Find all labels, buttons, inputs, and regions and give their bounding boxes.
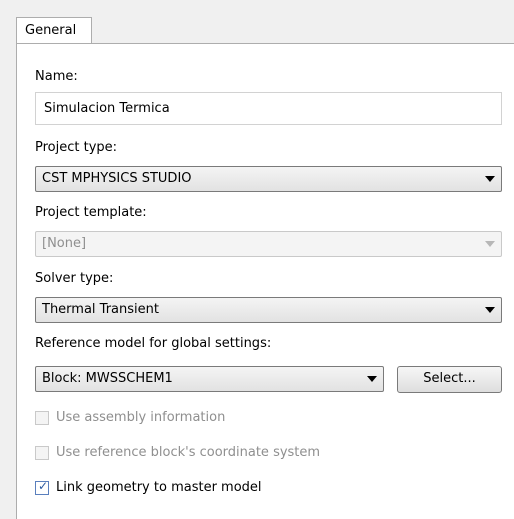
solver-type-label: Solver type: bbox=[35, 271, 114, 286]
tab-general[interactable]: General bbox=[16, 17, 92, 44]
link-geometry-label: Link geometry to master model bbox=[56, 480, 262, 495]
reference-model-select[interactable]: Block: MWSSCHEM1 bbox=[35, 366, 384, 392]
chevron-down-icon bbox=[485, 241, 495, 247]
reference-model-label: Reference model for global settings: bbox=[35, 336, 272, 351]
name-label: Name: bbox=[35, 69, 78, 84]
project-template-value: [None] bbox=[42, 236, 87, 251]
checkmark-icon: ✓ bbox=[38, 479, 49, 493]
chevron-down-icon bbox=[485, 307, 495, 313]
use-assembly-label: Use assembly information bbox=[56, 410, 226, 425]
solver-type-value: Thermal Transient bbox=[42, 302, 159, 317]
solver-type-select[interactable]: Thermal Transient bbox=[35, 297, 502, 323]
link-geometry-checkbox[interactable]: ✓ bbox=[35, 479, 49, 495]
project-type-select[interactable]: CST MPHYSICS STUDIO bbox=[35, 166, 502, 192]
project-type-value: CST MPHYSICS STUDIO bbox=[42, 171, 192, 186]
select-button[interactable]: Select... bbox=[397, 366, 502, 393]
use-ref-coords-checkbox[interactable] bbox=[35, 446, 49, 460]
chevron-down-icon bbox=[367, 376, 377, 382]
use-ref-coords-label: Use reference block's coordinate system bbox=[56, 445, 321, 460]
project-type-label: Project type: bbox=[35, 140, 118, 155]
project-template-label: Project template: bbox=[35, 205, 147, 220]
reference-model-value: Block: MWSSCHEM1 bbox=[42, 371, 173, 386]
name-field-value: Simulacion Termica bbox=[44, 101, 170, 116]
chevron-down-icon bbox=[485, 176, 495, 182]
project-template-select[interactable]: [None] bbox=[35, 231, 502, 257]
tab-general-label: General bbox=[25, 23, 77, 38]
use-assembly-checkbox[interactable] bbox=[35, 411, 49, 425]
name-field[interactable]: Simulacion Termica bbox=[35, 92, 502, 125]
tab-strip: General bbox=[0, 0, 514, 44]
select-button-label: Select... bbox=[423, 371, 476, 386]
